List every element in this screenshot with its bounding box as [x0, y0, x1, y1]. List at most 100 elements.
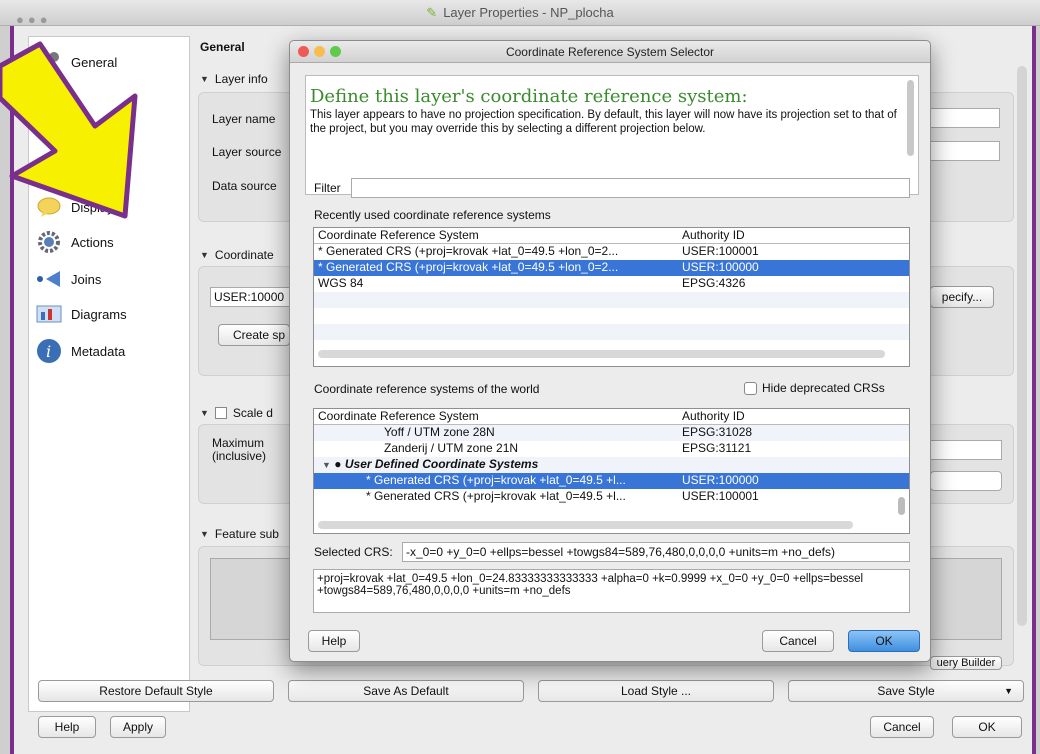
hide-deprecated-checkbox[interactable]	[744, 381, 757, 395]
column-header-crs[interactable]: Coordinate Reference System	[314, 409, 678, 424]
zoom-icon[interactable]	[330, 46, 341, 57]
query-builder-button[interactable]: uery Builder	[930, 656, 1002, 670]
sidebar-item-label: Joins	[71, 271, 102, 287]
create-spatial-index-button[interactable]: Create sp	[218, 324, 290, 346]
specify-crs-button[interactable]: pecify...	[930, 286, 994, 308]
disclosure-triangle-icon: ▼	[200, 529, 209, 539]
recent-crs-label: Recently used coordinate reference syste…	[314, 208, 551, 222]
maximum-label: Maximum	[212, 436, 265, 450]
recent-horizontal-scrollbar[interactable]	[318, 350, 885, 358]
cell-crs: * Generated CRS (+proj=krovak +lat_0=49.…	[366, 489, 626, 503]
cell-authority: USER:100001	[682, 489, 759, 503]
svg-text:i: i	[46, 342, 51, 361]
column-header-authority[interactable]: Authority ID	[678, 228, 909, 243]
table-header: Coordinate Reference System Authority ID	[314, 228, 909, 244]
column-header-authority[interactable]: Authority ID	[678, 409, 909, 424]
save-style-label: Save Style	[877, 684, 935, 698]
layer-source-label: Layer source	[212, 145, 282, 159]
table-row[interactable]: * Generated CRS (+proj=krovak +lat_0=49.…	[314, 489, 909, 505]
selected-crs-label: Selected CRS:	[314, 545, 393, 559]
scale-section[interactable]: ▼ Scale d	[200, 406, 273, 420]
cell-crs: * Generated CRS (+proj=krovak +lat_0=49.…	[366, 473, 626, 487]
help-button[interactable]: Help	[38, 716, 96, 738]
definition-heading: Define this layer's coordinate reference…	[310, 86, 748, 107]
empty-row	[314, 292, 909, 308]
disclosure-triangle-icon: ▼	[200, 250, 209, 260]
group-label: User Defined Coordinate Systems	[344, 457, 539, 471]
load-style-button[interactable]: Load Style ...	[538, 680, 774, 702]
dialog-ok-button[interactable]: OK	[848, 630, 920, 652]
section-label: Feature sub	[214, 527, 279, 541]
sidebar-item-diagrams[interactable]: Diagrams	[35, 299, 127, 329]
definition-scrollbar[interactable]	[907, 80, 914, 156]
data-source-label: Data source	[212, 179, 277, 193]
close-icon[interactable]	[298, 46, 309, 57]
disclosure-triangle-icon: ▼	[322, 460, 331, 470]
minimize-icon[interactable]	[314, 46, 325, 57]
dialog-help-button[interactable]: Help	[308, 630, 360, 652]
scale-field[interactable]	[930, 471, 1002, 491]
max-scale-combo[interactable]	[930, 440, 1002, 460]
sidebar-item-joins[interactable]: Joins	[35, 264, 101, 294]
world-crs-table: Coordinate Reference System Authority ID …	[313, 408, 910, 534]
definition-box: Define this layer's coordinate reference…	[305, 75, 919, 195]
apply-button[interactable]: Apply	[110, 716, 166, 738]
yellow-arrow-icon	[0, 41, 138, 219]
section-label: Coordinate	[214, 248, 274, 262]
section-label: Scale d	[232, 406, 273, 420]
table-row-selected[interactable]: * Generated CRS (+proj=krovak +lat_0=49.…	[314, 473, 909, 489]
empty-row	[314, 324, 909, 340]
table-row[interactable]: * Generated CRS (+proj=krovak +lat_0=49.…	[314, 244, 909, 260]
general-heading: General	[200, 40, 245, 54]
user-icon: ●	[334, 457, 342, 471]
cell-crs: Yoff / UTM zone 28N	[384, 425, 495, 439]
restore-default-style-button[interactable]: Restore Default Style	[38, 680, 274, 702]
cell-authority: USER:100000	[682, 260, 759, 274]
cell-authority	[678, 457, 909, 473]
window-title: Layer Properties - NP_plocha	[443, 5, 614, 20]
empty-row	[314, 308, 909, 324]
join-arrow-icon	[35, 265, 63, 293]
save-style-button[interactable]: Save Style ▼	[788, 680, 1024, 702]
layer-name-label: Layer name	[212, 112, 276, 126]
selected-crs-field[interactable]: -x_0=0 +y_0=0 +ellps=bessel +towgs84=589…	[402, 542, 910, 562]
coordinate-section[interactable]: ▼ Coordinate	[200, 248, 274, 262]
layer-name-input[interactable]	[930, 108, 1000, 128]
dialog-titlebar: Coordinate Reference System Selector	[290, 41, 930, 63]
save-as-default-button[interactable]: Save As Default	[288, 680, 524, 702]
layer-source-input[interactable]	[930, 141, 1000, 161]
table-row-selected[interactable]: * Generated CRS (+proj=krovak +lat_0=49.…	[314, 260, 909, 276]
table-row[interactable]: Zanderij / UTM zone 21N EPSG:31121	[314, 441, 909, 457]
table-row[interactable]: Yoff / UTM zone 28N EPSG:31028	[314, 425, 909, 441]
table-header: Coordinate Reference System Authority ID	[314, 409, 909, 425]
column-header-crs[interactable]: Coordinate Reference System	[314, 228, 678, 243]
scale-checkbox[interactable]	[214, 407, 227, 419]
hide-deprecated-option[interactable]: Hide deprecated CRSs	[744, 381, 885, 395]
ok-button[interactable]: OK	[952, 716, 1022, 738]
cancel-button[interactable]: Cancel	[870, 716, 934, 738]
dialog-cancel-button[interactable]: Cancel	[762, 630, 834, 652]
sidebar-item-actions[interactable]: Actions	[35, 227, 114, 257]
content-scrollbar[interactable]	[1017, 66, 1027, 626]
world-vertical-scrollbar[interactable]	[898, 497, 905, 515]
feature-subset-section[interactable]: ▼ Feature sub	[200, 527, 279, 541]
table-row[interactable]: WGS 84 EPSG:4326	[314, 276, 909, 292]
crs-field[interactable]: USER:10000	[210, 287, 290, 307]
subset-text-area-right[interactable]	[930, 558, 1002, 640]
sidebar-item-metadata[interactable]: i Metadata	[35, 336, 125, 366]
diagram-icon	[35, 300, 63, 328]
subset-text-area[interactable]	[210, 558, 290, 640]
inclusive-label: (inclusive)	[212, 449, 267, 463]
cell-crs: WGS 84	[318, 276, 364, 290]
dropdown-arrow-icon: ▼	[1004, 686, 1013, 696]
layer-info-section[interactable]: ▼ Layer info	[200, 72, 268, 86]
tree-group-row[interactable]: ▼ ● User Defined Coordinate Systems	[314, 457, 909, 473]
world-horizontal-scrollbar[interactable]	[318, 521, 853, 529]
filter-input[interactable]	[351, 178, 910, 198]
crs-selector-dialog: Coordinate Reference System Selector Def…	[289, 40, 931, 662]
definition-text: This layer appears to have no projection…	[310, 109, 897, 135]
cell-authority: USER:100001	[682, 244, 759, 258]
dialog-title: Coordinate Reference System Selector	[505, 45, 715, 59]
qgis-layer-icon: ✎	[426, 5, 438, 20]
cell-crs: * Generated CRS (+proj=krovak +lat_0=49.…	[318, 244, 619, 258]
